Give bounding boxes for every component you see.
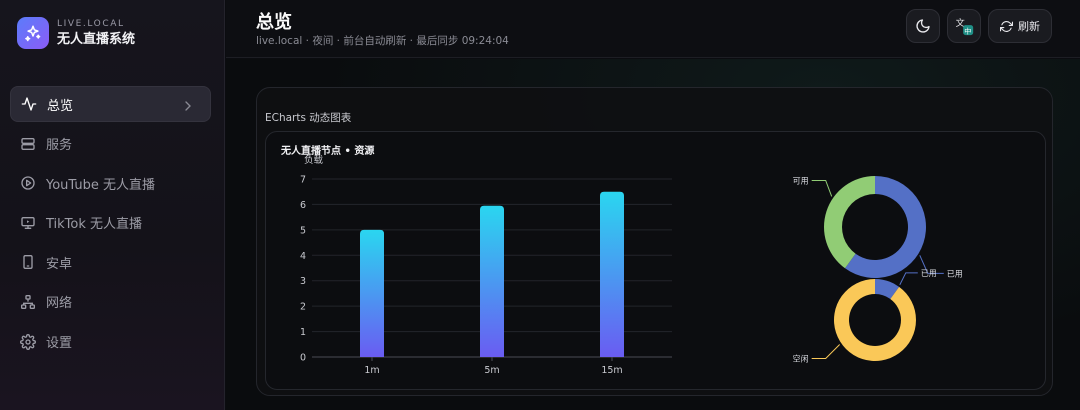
brand-title: 无人直播系统 <box>57 31 136 47</box>
resource-chart: 01234567负载1m 5m 15m已用可用已用空闲 <box>300 154 963 376</box>
slice-label: 已用 <box>921 269 937 278</box>
bar <box>480 205 504 357</box>
sidebar-item-overview[interactable]: 总览 <box>10 86 211 122</box>
sidebar-item-android[interactable]: 安卓 <box>10 244 211 280</box>
chart-title: 无人直播节点 • 资源 <box>281 146 375 157</box>
slice-label: 可用 <box>793 176 809 185</box>
sidebar-item-label: 设置 <box>46 336 73 352</box>
brand[interactable]: LIVE.LOCAL 无人直播系统 <box>17 17 135 49</box>
sidebar-item-youtube[interactable]: YouTube 无人直播 <box>10 165 211 201</box>
x-tick-label: 15m <box>601 365 622 376</box>
y-tick-label: 6 <box>300 200 306 211</box>
page-header: 总览 live.local · 夜间 · 前台自动刷新 · 最后同步 09:24… <box>226 0 1080 58</box>
slice-label: 空闲 <box>793 354 809 364</box>
sidebar-item-label: YouTube 无人直播 <box>46 177 155 193</box>
label-line <box>811 179 833 197</box>
slice-label: 已用 <box>947 269 963 278</box>
theme-toggle-button[interactable] <box>906 9 940 43</box>
sparkle-icon <box>17 17 49 49</box>
card-title: ECharts 动态图表 <box>265 112 352 124</box>
language-button[interactable]: 文 中 <box>947 9 981 43</box>
x-tick-label: 1m <box>364 365 379 376</box>
svg-text:中: 中 <box>964 27 971 36</box>
translate-icon: 文 中 <box>956 17 974 36</box>
sidebar-item-settings[interactable]: 设置 <box>10 324 211 360</box>
sidebar-item-label: 总览 <box>47 98 74 114</box>
y-tick-label: 0 <box>300 353 306 364</box>
y-tick-label: 3 <box>300 276 306 287</box>
sidebar-item-services[interactable]: 服务 <box>10 126 211 162</box>
smartphone-icon <box>23 255 33 270</box>
gear-icon <box>20 333 36 350</box>
bar <box>600 191 624 357</box>
y-tick-label: 5 <box>300 225 306 236</box>
y-tick-label: 1 <box>300 327 306 338</box>
sidebar: LIVE.LOCAL 无人直播系统 总览 服务 YouTube 无人直播 Tik… <box>0 0 225 410</box>
y-tick-label: 2 <box>300 302 306 313</box>
chart-card: ECharts 动态图表 0 1 2 3 4 5 6 7 负载 1m 5m 15m 已用 可用 已用 空闲 无… <box>256 87 1053 396</box>
page-title: 总览 <box>256 12 292 33</box>
sidebar-item-label: 网络 <box>46 296 73 312</box>
monitor-icon <box>21 216 35 229</box>
bar <box>360 229 384 357</box>
x-tick-label: 5m <box>484 365 499 376</box>
moon-icon <box>916 19 930 33</box>
refresh-icon <box>1000 20 1013 32</box>
chart-container: 0 1 2 3 4 5 6 7 负载 1m 5m 15m 已用 可用 已用 空闲 无人直播节点 • 资源 <box>265 131 1046 390</box>
refresh-button[interactable]: 刷新 <box>988 9 1052 43</box>
sidebar-item-label: TikTok 无人直播 <box>46 217 143 233</box>
y-tick-label: 7 <box>300 175 306 186</box>
sidebar-item-tiktok[interactable]: TikTok 无人直播 <box>10 205 211 241</box>
page-subtitle: live.local · 夜间 · 前台自动刷新 · 最后同步 09:24:04 <box>256 35 509 47</box>
sidebar-item-label: 安卓 <box>46 256 73 272</box>
memory-donut-slice <box>824 176 875 269</box>
label-line <box>899 272 918 286</box>
main-content: ECharts 动态图表 0 1 2 3 4 5 6 7 负载 1m 5m 15m 已用 可用 已用 空闲 无… <box>226 59 1080 410</box>
sidebar-item-label: 服务 <box>46 138 73 154</box>
chevron-right-icon <box>185 101 191 111</box>
server-icon <box>21 137 35 150</box>
network-icon <box>21 294 35 309</box>
activity-icon <box>21 97 37 111</box>
refresh-label: 刷新 <box>1018 20 1040 33</box>
sidebar-nav: 总览 服务 YouTube 无人直播 TikTok 无人直播 安卓 网络 设置 <box>10 86 211 363</box>
sidebar-item-network[interactable]: 网络 <box>10 284 211 320</box>
label-line <box>811 344 841 360</box>
y-tick-label: 4 <box>300 251 306 262</box>
brand-subtitle: LIVE.LOCAL <box>57 18 125 29</box>
play-circle-icon <box>21 176 35 190</box>
disk-donut-slice <box>834 279 916 361</box>
